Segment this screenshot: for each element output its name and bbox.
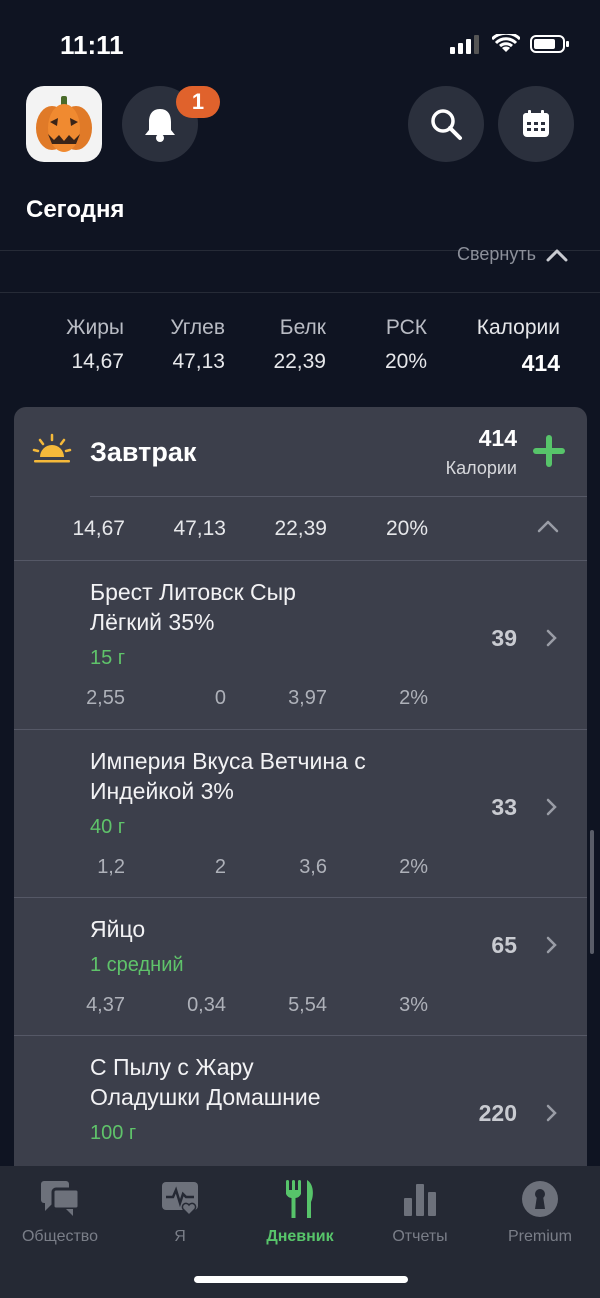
- sunrise-icon: [32, 433, 72, 463]
- food-name-line2: Индейкой 3%: [90, 778, 234, 804]
- collapse-label: Свернуть: [457, 244, 536, 264]
- chevron-up-icon[interactable]: [537, 519, 559, 533]
- calendar-icon: [523, 110, 549, 137]
- diary-screen: 11:11 1 Сегодня Свернуть Жиры 14,67 Угле…: [0, 0, 600, 1298]
- notification-badge: 1: [176, 86, 220, 118]
- food-item[interactable]: Брест Литовск Сыр Лёгкий 35% 15 г 39 2,5…: [14, 561, 587, 729]
- food-name-line2: Оладушки Домашние: [90, 1084, 321, 1110]
- meal-rsk: 20%: [385, 517, 428, 540]
- meal-calories-value: 414: [478, 425, 517, 451]
- meal-protein: 22,39: [274, 517, 327, 540]
- totals-rsk: РСК 20%: [385, 316, 427, 374]
- section-divider: [0, 292, 600, 293]
- food-protein: 5,54: [288, 994, 327, 1016]
- search-button[interactable]: [408, 86, 484, 162]
- totals-protein-value: 22,39: [273, 350, 326, 373]
- collapse-button[interactable]: Свернуть: [457, 244, 568, 265]
- food-fat: 2,55: [86, 687, 125, 709]
- totals-carbs: Углев 47,13: [170, 316, 225, 374]
- tab-reports[interactable]: Отчеты: [360, 1174, 480, 1246]
- meal-macros-row[interactable]: 14,67 47,13 22,39 20%: [14, 497, 587, 561]
- food-name-line1: С Пылу с Жару: [90, 1054, 254, 1080]
- meal-fat: 14,67: [72, 517, 125, 540]
- pumpkin-avatar-icon[interactable]: [26, 86, 102, 162]
- wifi-icon: [492, 34, 520, 52]
- breakfast-card: Завтрак 414 Калории 14,67 47,13 22,39 20…: [14, 407, 587, 1207]
- totals-fat: Жиры 14,67: [66, 316, 124, 374]
- chevron-right-icon: [546, 1104, 557, 1122]
- tab-label: Premium: [507, 1228, 572, 1245]
- tab-premium[interactable]: Premium: [480, 1174, 600, 1246]
- food-name-line1: Брест Литовск Сыр: [90, 579, 296, 605]
- meal-calories: 414 Калории: [446, 425, 517, 479]
- food-rsk: 2%: [399, 687, 428, 709]
- meal-calories-unit: Калории: [445, 458, 517, 478]
- food-carbs: 0,34: [187, 994, 226, 1016]
- tab-community[interactable]: Общество: [0, 1174, 120, 1246]
- chat-icon: [41, 1181, 81, 1216]
- tab-diary[interactable]: Дневник: [240, 1174, 360, 1246]
- food-carbs: 0: [214, 687, 226, 709]
- food-item[interactable]: Империя Вкуса Ветчина с Индейкой 3% 40 г…: [14, 730, 587, 898]
- tab-label: Я: [174, 1228, 186, 1245]
- food-fat: 1,2: [97, 856, 125, 878]
- food-calories: 220: [478, 1100, 517, 1126]
- totals-calories: Калории 414: [477, 316, 560, 377]
- food-portion: 40 г: [90, 816, 126, 838]
- home-indicator: [194, 1276, 408, 1283]
- food-name-line1: Яйцо: [90, 916, 146, 942]
- tab-label: Отчеты: [392, 1228, 448, 1245]
- food-fat: 4,37: [86, 994, 125, 1016]
- chevron-right-icon: [546, 936, 557, 954]
- food-portion: 100 г: [90, 1122, 137, 1144]
- food-portion: 15 г: [90, 647, 126, 669]
- scroll-indicator[interactable]: [590, 830, 594, 954]
- keyhole-icon: [522, 1181, 558, 1217]
- totals-calories-label: Калории: [476, 316, 560, 339]
- totals-fat-value: 14,67: [71, 350, 124, 373]
- totals-calories-value: 414: [521, 350, 560, 376]
- food-portion: 1 средний: [90, 954, 184, 976]
- search-icon: [431, 109, 462, 140]
- food-item[interactable]: Яйцо 1 средний 65 4,37 0,34 5,54 3%: [14, 898, 587, 1035]
- meal-name: Завтрак: [90, 437, 197, 467]
- totals-protein: Белк 22,39: [273, 316, 326, 374]
- food-calories: 33: [491, 794, 517, 820]
- food-carbs: 2: [214, 856, 226, 878]
- page-title: Сегодня: [26, 196, 125, 223]
- meal-header[interactable]: Завтрак 414 Калории: [14, 407, 587, 497]
- totals-rsk-value: 20%: [384, 350, 427, 373]
- status-icons: [450, 34, 570, 54]
- food-rsk: 3%: [399, 994, 428, 1016]
- chevron-right-icon: [546, 798, 557, 816]
- totals-protein-label: Белк: [279, 316, 326, 339]
- food-name-line1: Империя Вкуса Ветчина с: [90, 748, 366, 774]
- meal-carbs: 47,13: [173, 517, 226, 540]
- food-protein: 3,6: [299, 856, 327, 878]
- calendar-button[interactable]: [498, 86, 574, 162]
- totals-fat-label: Жиры: [66, 316, 124, 339]
- health-icon: [162, 1182, 198, 1217]
- chevron-right-icon: [546, 629, 557, 647]
- chevron-up-icon: [546, 249, 568, 261]
- tab-label: Дневник: [266, 1228, 334, 1245]
- fork-knife-icon: [286, 1180, 313, 1218]
- bell-icon: [145, 109, 175, 142]
- battery-icon: [530, 35, 569, 53]
- food-name-line2: Лёгкий 35%: [90, 609, 215, 635]
- signal-icon: [450, 35, 479, 54]
- totals-carbs-value: 47,13: [172, 350, 225, 373]
- tab-label: Общество: [21, 1228, 99, 1245]
- status-time: 11:11: [60, 30, 124, 60]
- add-food-button[interactable]: [531, 433, 567, 469]
- totals-carbs-label: Углев: [170, 316, 225, 339]
- bar-chart-icon: [404, 1184, 436, 1216]
- food-calories: 65: [491, 932, 517, 958]
- food-calories: 39: [491, 625, 517, 651]
- food-protein: 3,97: [288, 687, 327, 709]
- totals-rsk-label: РСК: [385, 316, 427, 339]
- tab-me[interactable]: Я: [120, 1174, 240, 1246]
- food-rsk: 2%: [399, 856, 428, 878]
